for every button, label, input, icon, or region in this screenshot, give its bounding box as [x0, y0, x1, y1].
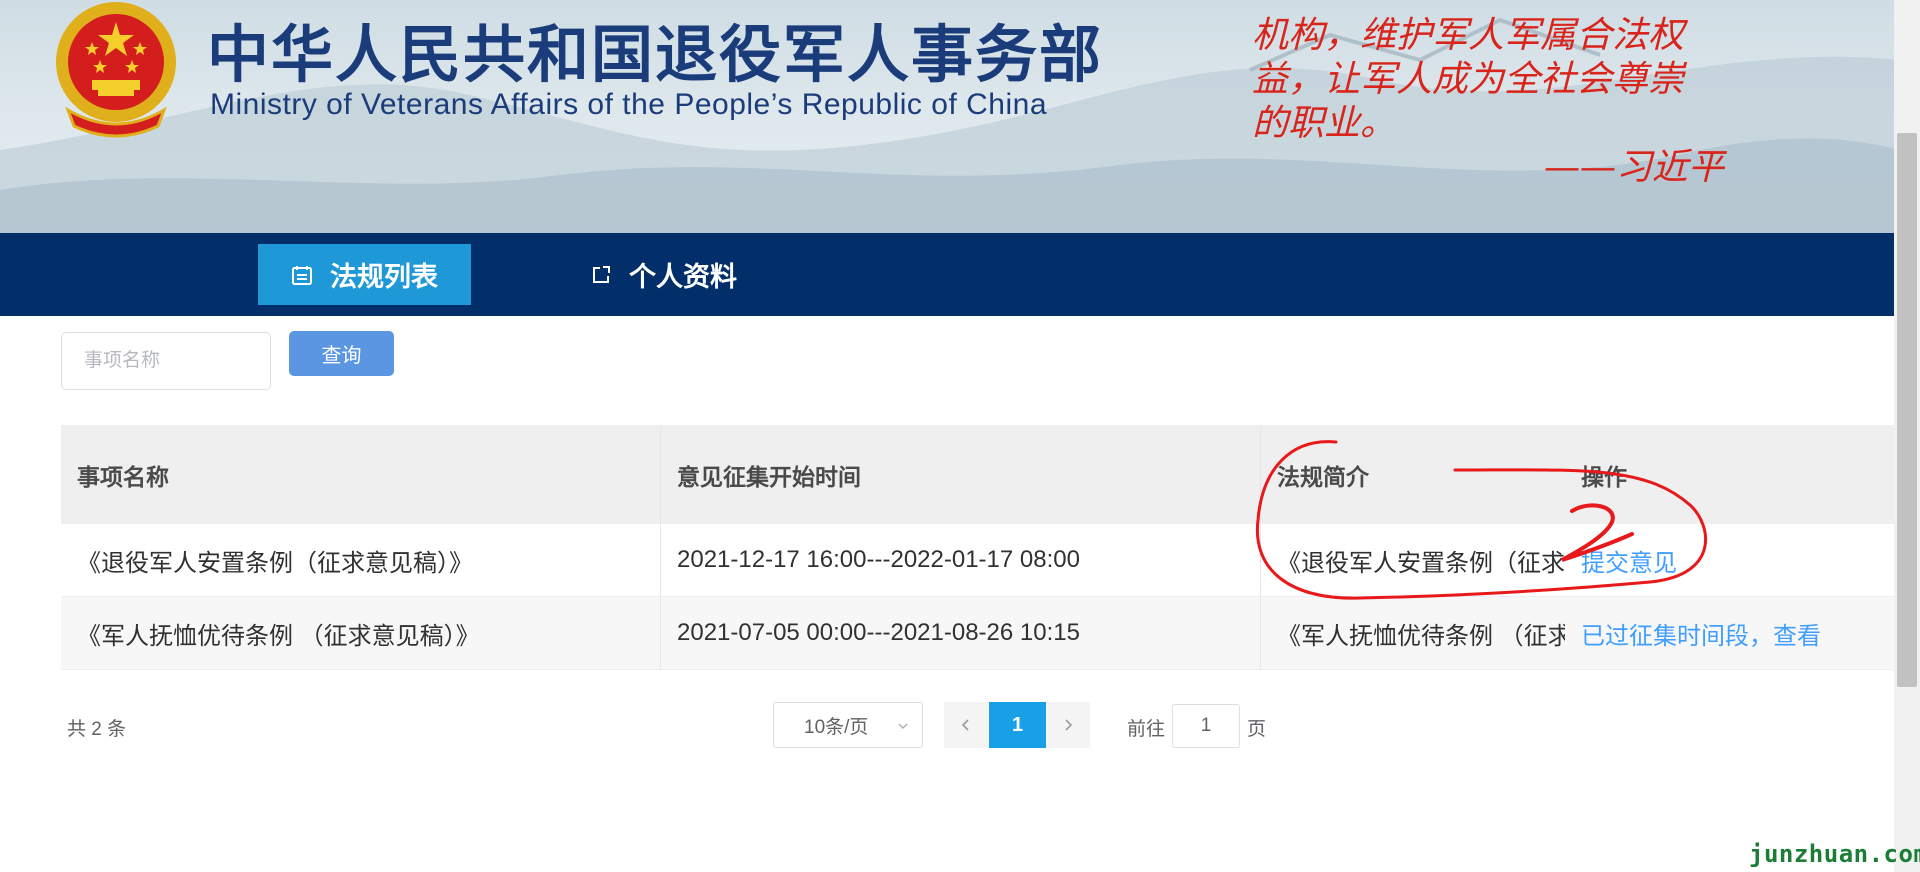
- calendar-icon: [292, 265, 312, 285]
- intro-cell: 《军人抚恤优待条例 （征求: [1277, 622, 1565, 650]
- tab-profile[interactable]: 个人资料: [590, 244, 790, 305]
- tab-law-list[interactable]: 法规列表: [258, 244, 471, 305]
- table-row: 《退役军人安置条例（征求意见稿）》 2021-12-17 16:00---202…: [61, 524, 1894, 597]
- item-name-cell: 《军人抚恤优待条例 （征求意见稿）》: [61, 597, 661, 669]
- goto-label: 前往: [1127, 719, 1166, 740]
- site-title: 中华人民共和国退役军人事务部: [207, 18, 1104, 91]
- search-input[interactable]: [61, 332, 271, 390]
- page-size-value: 10条/页: [804, 716, 869, 738]
- table-row: 《军人抚恤优待条例 （征求意见稿）》 2021-07-05 00:00---20…: [61, 597, 1894, 670]
- time-cell: 2021-12-17 16:00---2022-01-17 08:00: [661, 524, 1261, 596]
- national-emblem-icon: [56, 2, 176, 138]
- item-name-cell: 《退役军人安置条例（征求意见稿）》: [61, 524, 661, 596]
- goto-suffix: 页: [1247, 719, 1267, 740]
- tab-label: 法规列表: [330, 262, 438, 292]
- chevron-right-icon: [1065, 719, 1073, 731]
- header-banner: 中华人民共和国退役军人事务部 Ministry of Veterans Affa…: [0, 0, 1920, 233]
- main-nav: 法规列表 个人资料: [0, 233, 1920, 316]
- goto-page-input[interactable]: [1172, 704, 1240, 748]
- intro-cell: 《退役军人安置条例（征求: [1277, 549, 1565, 577]
- quote-line: 的职业。: [1252, 103, 1397, 144]
- time-cell: 2021-07-05 00:00---2021-08-26 10:15: [661, 597, 1261, 669]
- page-size-select[interactable]: 10条/页: [773, 702, 923, 748]
- external-link-icon: [593, 265, 610, 283]
- chevron-left-icon: [961, 719, 969, 731]
- site-title-english: Ministry of Veterans Affairs of the Peop…: [210, 88, 1048, 121]
- prev-page-button[interactable]: [944, 702, 988, 748]
- quote-author: ——习近平: [1544, 147, 1725, 188]
- column-header: 意见征集开始时间: [661, 425, 1261, 524]
- quote-block: 机构，维护军人军属合法权 益，让军人成为全社会尊崇 的职业。 ——习近平: [1252, 14, 1772, 190]
- column-header: 事项名称: [61, 425, 661, 524]
- tab-label: 个人资料: [629, 262, 737, 292]
- column-header: 法规简介: [1277, 463, 1369, 490]
- watermark: junzhuan.com: [1749, 840, 1920, 868]
- action-cell: 提交意见: [1565, 524, 1894, 596]
- action-cell: 已过征集时间段，查看: [1565, 597, 1894, 669]
- submit-opinion-link[interactable]: 提交意见: [1581, 543, 1677, 578]
- view-expired-link[interactable]: 已过征集时间段，查看: [1581, 616, 1821, 651]
- quote-line: 益，让军人成为全社会尊崇: [1252, 59, 1685, 100]
- quote-line: 机构，维护军人军属合法权: [1252, 15, 1685, 56]
- table-header-row: 事项名称 意见征集开始时间 法规简介 操作: [61, 425, 1894, 524]
- query-button[interactable]: 查询: [289, 331, 394, 376]
- next-page-button[interactable]: [1046, 702, 1090, 748]
- page-number-current[interactable]: 1: [989, 702, 1046, 748]
- regulation-table: 事项名称 意见征集开始时间 法规简介 操作 《退役军人安置条例（征求意见稿）》 …: [61, 425, 1894, 670]
- total-count: 共 2 条: [67, 719, 127, 740]
- scrollbar-thumb[interactable]: [1897, 133, 1917, 687]
- chevron-down-icon: [898, 723, 908, 729]
- column-header: 操作: [1581, 463, 1627, 490]
